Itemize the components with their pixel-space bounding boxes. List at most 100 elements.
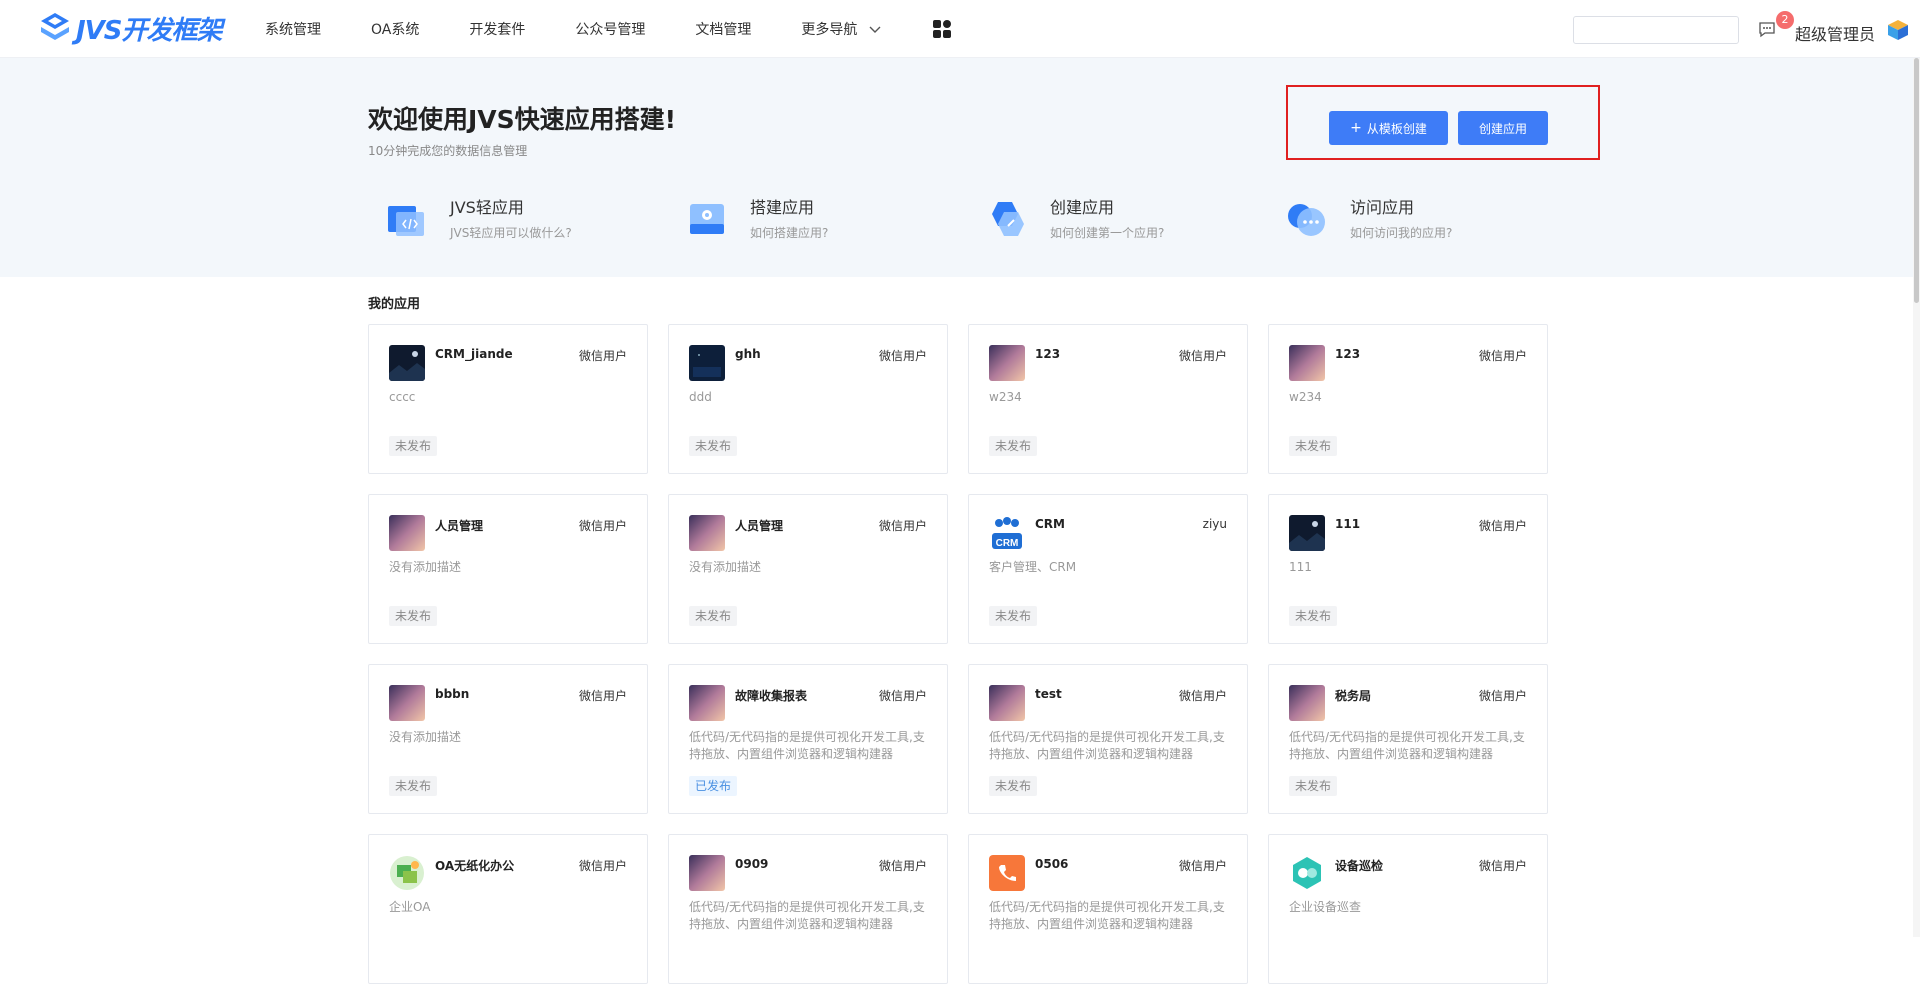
- app-card[interactable]: 税务局 微信用户 低代码/无代码指的是提供可视化开发工具,支持拖放、内置组件浏览器和…: [1268, 664, 1548, 814]
- app-name: 人员管理: [435, 519, 484, 533]
- plus-icon: +: [1350, 120, 1362, 136]
- app-name: OA无纸化办公: [435, 859, 515, 873]
- user-name[interactable]: 超级管理员: [1795, 21, 1875, 45]
- app-card[interactable]: 0506 微信用户 低代码/无代码指的是提供可视化开发工具,支持拖放、内置组件浏览器…: [968, 834, 1248, 984]
- app-name: 0506: [1035, 857, 1069, 871]
- monitor-gear-icon: [690, 204, 724, 234]
- feature-build-app[interactable]: 搭建应用 如何搭建应用?: [668, 188, 958, 248]
- feature-create-app[interactable]: 创建应用 如何创建第一个应用?: [968, 188, 1258, 248]
- app-description: 没有添加描述: [389, 730, 462, 744]
- gradient-icon: [389, 685, 425, 721]
- app-card[interactable]: 0909 微信用户 低代码/无代码指的是提供可视化开发工具,支持拖放、内置组件浏览器…: [668, 834, 948, 984]
- app-owner: 微信用户: [578, 689, 627, 703]
- app-description: 客户管理、CRM: [989, 560, 1077, 574]
- app-card[interactable]: 123 微信用户 w234 未发布: [1268, 324, 1548, 474]
- gradient-icon: [689, 855, 725, 891]
- app-description: 低代码/无代码指的是提供可视化开发工具,支持拖放、内置组件浏览器和逻辑构建器: [1289, 730, 1525, 761]
- hero-title: 欢迎使用JVS快速应用搭建!: [368, 105, 677, 134]
- nav-item-docs[interactable]: 文档管理: [695, 19, 751, 39]
- app-card[interactable]: 故障收集报表 微信用户低代码/无代码指的是提供可视化开发工具,支持拖放、内置组件浏…: [668, 664, 948, 814]
- my-apps-title: 我的应用: [368, 297, 421, 312]
- app-grid-icon[interactable]: [931, 18, 953, 40]
- app-name: 故障收集报表: [735, 689, 808, 703]
- feature-light-app[interactable]: JVS轻应用 JVS轻应用可以做什么?: [368, 188, 658, 248]
- app-name: bbbn: [435, 687, 470, 701]
- app-card[interactable]: ghh 微信用户 ddd 未发布: [668, 324, 948, 474]
- user-avatar-icon[interactable]: [1886, 18, 1910, 42]
- nav-item-wechat[interactable]: 公众号管理: [575, 19, 645, 39]
- gradient-icon: [689, 685, 725, 721]
- app-owner: 微信用户: [1478, 349, 1527, 363]
- orange-phone-icon: [989, 855, 1025, 891]
- status-badge: 未发布: [389, 776, 438, 796]
- app-owner: 微信用户: [1478, 859, 1527, 873]
- app-owner: 微信用户: [878, 859, 927, 873]
- app-description: 没有添加描述: [689, 560, 762, 574]
- create-app-label: 创建应用: [1478, 121, 1527, 136]
- feature-title: 访问应用: [1350, 198, 1415, 217]
- app-owner: 微信用户: [878, 519, 927, 533]
- app-description: 低代码/无代码指的是提供可视化开发工具,支持拖放、内置组件浏览器和逻辑构建器: [989, 900, 1225, 931]
- app-owner: 微信用户: [1178, 689, 1227, 703]
- dark-blue-icon: [689, 345, 725, 381]
- create-from-template-label: 从模板创建: [1366, 121, 1427, 136]
- app-card[interactable]: 人员管理 微信用户 没有添加描述 未发布: [668, 494, 948, 644]
- status-badge: 未发布: [989, 436, 1038, 456]
- feature-visit-app[interactable]: 访问应用 如何访问我的应用?: [1268, 188, 1558, 248]
- feature-title: JVS轻应用: [450, 198, 524, 217]
- app-description: 低代码/无代码指的是提供可视化开发工具,支持拖放、内置组件浏览器和逻辑构建器: [689, 730, 925, 761]
- status-badge: 未发布: [389, 606, 438, 626]
- app-name: 设备巡检: [1335, 859, 1384, 873]
- gradient-icon: [389, 515, 425, 551]
- nav-item-more[interactable]: 更多导航: [801, 19, 883, 39]
- brand-logo[interactable]: JVS开发框架: [38, 8, 223, 48]
- create-from-template-button[interactable]: + 从模板创建: [1329, 111, 1448, 145]
- app-card[interactable]: 人员管理 微信用户 没有添加描述 未发布: [368, 494, 648, 644]
- oa-office-icon: [389, 855, 425, 891]
- app-name: ghh: [735, 347, 761, 361]
- app-card[interactable]: 设备巡检 微信用户 企业设备巡查: [1268, 834, 1548, 984]
- gradient-icon: [989, 685, 1025, 721]
- status-badge: 未发布: [1289, 606, 1338, 626]
- app-description: 企业OA: [389, 900, 431, 914]
- nav-item-oa[interactable]: OA系统: [371, 19, 419, 39]
- crm-people-icon: CRM: [989, 515, 1025, 551]
- message-icon[interactable]: [1758, 20, 1776, 38]
- app-description: cccc: [389, 390, 416, 404]
- page-scrollbar[interactable]: [1913, 58, 1920, 937]
- status-badge: 未发布: [389, 436, 438, 456]
- teal-device-icon: [1289, 855, 1325, 891]
- app-name: 123: [1335, 347, 1361, 361]
- nav-item-devkit[interactable]: 开发套件: [469, 19, 525, 39]
- app-card[interactable]: CRM_jiande 微信用户 cccc 未发布: [368, 324, 648, 474]
- gradient-icon: [689, 515, 725, 551]
- brand-name: JVS开发框架: [76, 15, 223, 46]
- app-name: CRM: [1035, 517, 1065, 531]
- app-card[interactable]: 111 微信用户 111 未发布: [1268, 494, 1548, 644]
- gradient-icon: [1289, 345, 1325, 381]
- app-card[interactable]: CRM CRM ziyu 客户管理、CRM 未发布: [968, 494, 1248, 644]
- feature-title: 搭建应用: [750, 198, 815, 217]
- scrollbar-thumb[interactable]: [1914, 58, 1919, 303]
- nav-item-system[interactable]: 系统管理: [265, 19, 321, 39]
- status-badge: 未发布: [689, 606, 738, 626]
- status-badge: 未发布: [1289, 776, 1338, 796]
- app-card[interactable]: 123 微信用户 w234 未发布: [968, 324, 1248, 474]
- logo-mark-icon: [41, 13, 69, 40]
- top-navbar: JVS开发框架 系统管理 OA系统 开发套件 公众号管理 文档管理 更多导航 2…: [0, 0, 1920, 58]
- app-card[interactable]: bbbn 微信用户没有添加描述未发布: [368, 664, 648, 814]
- app-card[interactable]: test 微信用户 低代码/无代码指的是提供可视化开发工具,支持拖放、内置组件浏览器…: [968, 664, 1248, 814]
- app-description: ddd: [689, 390, 712, 404]
- feature-desc: 如何搭建应用?: [750, 226, 829, 240]
- app-owner: 微信用户: [878, 689, 927, 703]
- app-card[interactable]: OA无纸化办公 微信用户 企业OA: [368, 834, 648, 984]
- app-owner: 微信用户: [1178, 349, 1227, 363]
- create-app-button[interactable]: 创建应用: [1458, 111, 1548, 145]
- feature-desc: 如何访问我的应用?: [1350, 226, 1453, 240]
- status-badge: 未发布: [989, 606, 1038, 626]
- search-input[interactable]: [1573, 16, 1739, 44]
- app-name: CRM_jiande: [435, 347, 513, 361]
- status-badge: 未发布: [1289, 436, 1338, 456]
- hexagon-link-icon: [992, 202, 1024, 236]
- welcome-hero: 欢迎使用JVS快速应用搭建! 10分钟完成您的数据信息管理 + 从模板创建 创建…: [0, 58, 1913, 277]
